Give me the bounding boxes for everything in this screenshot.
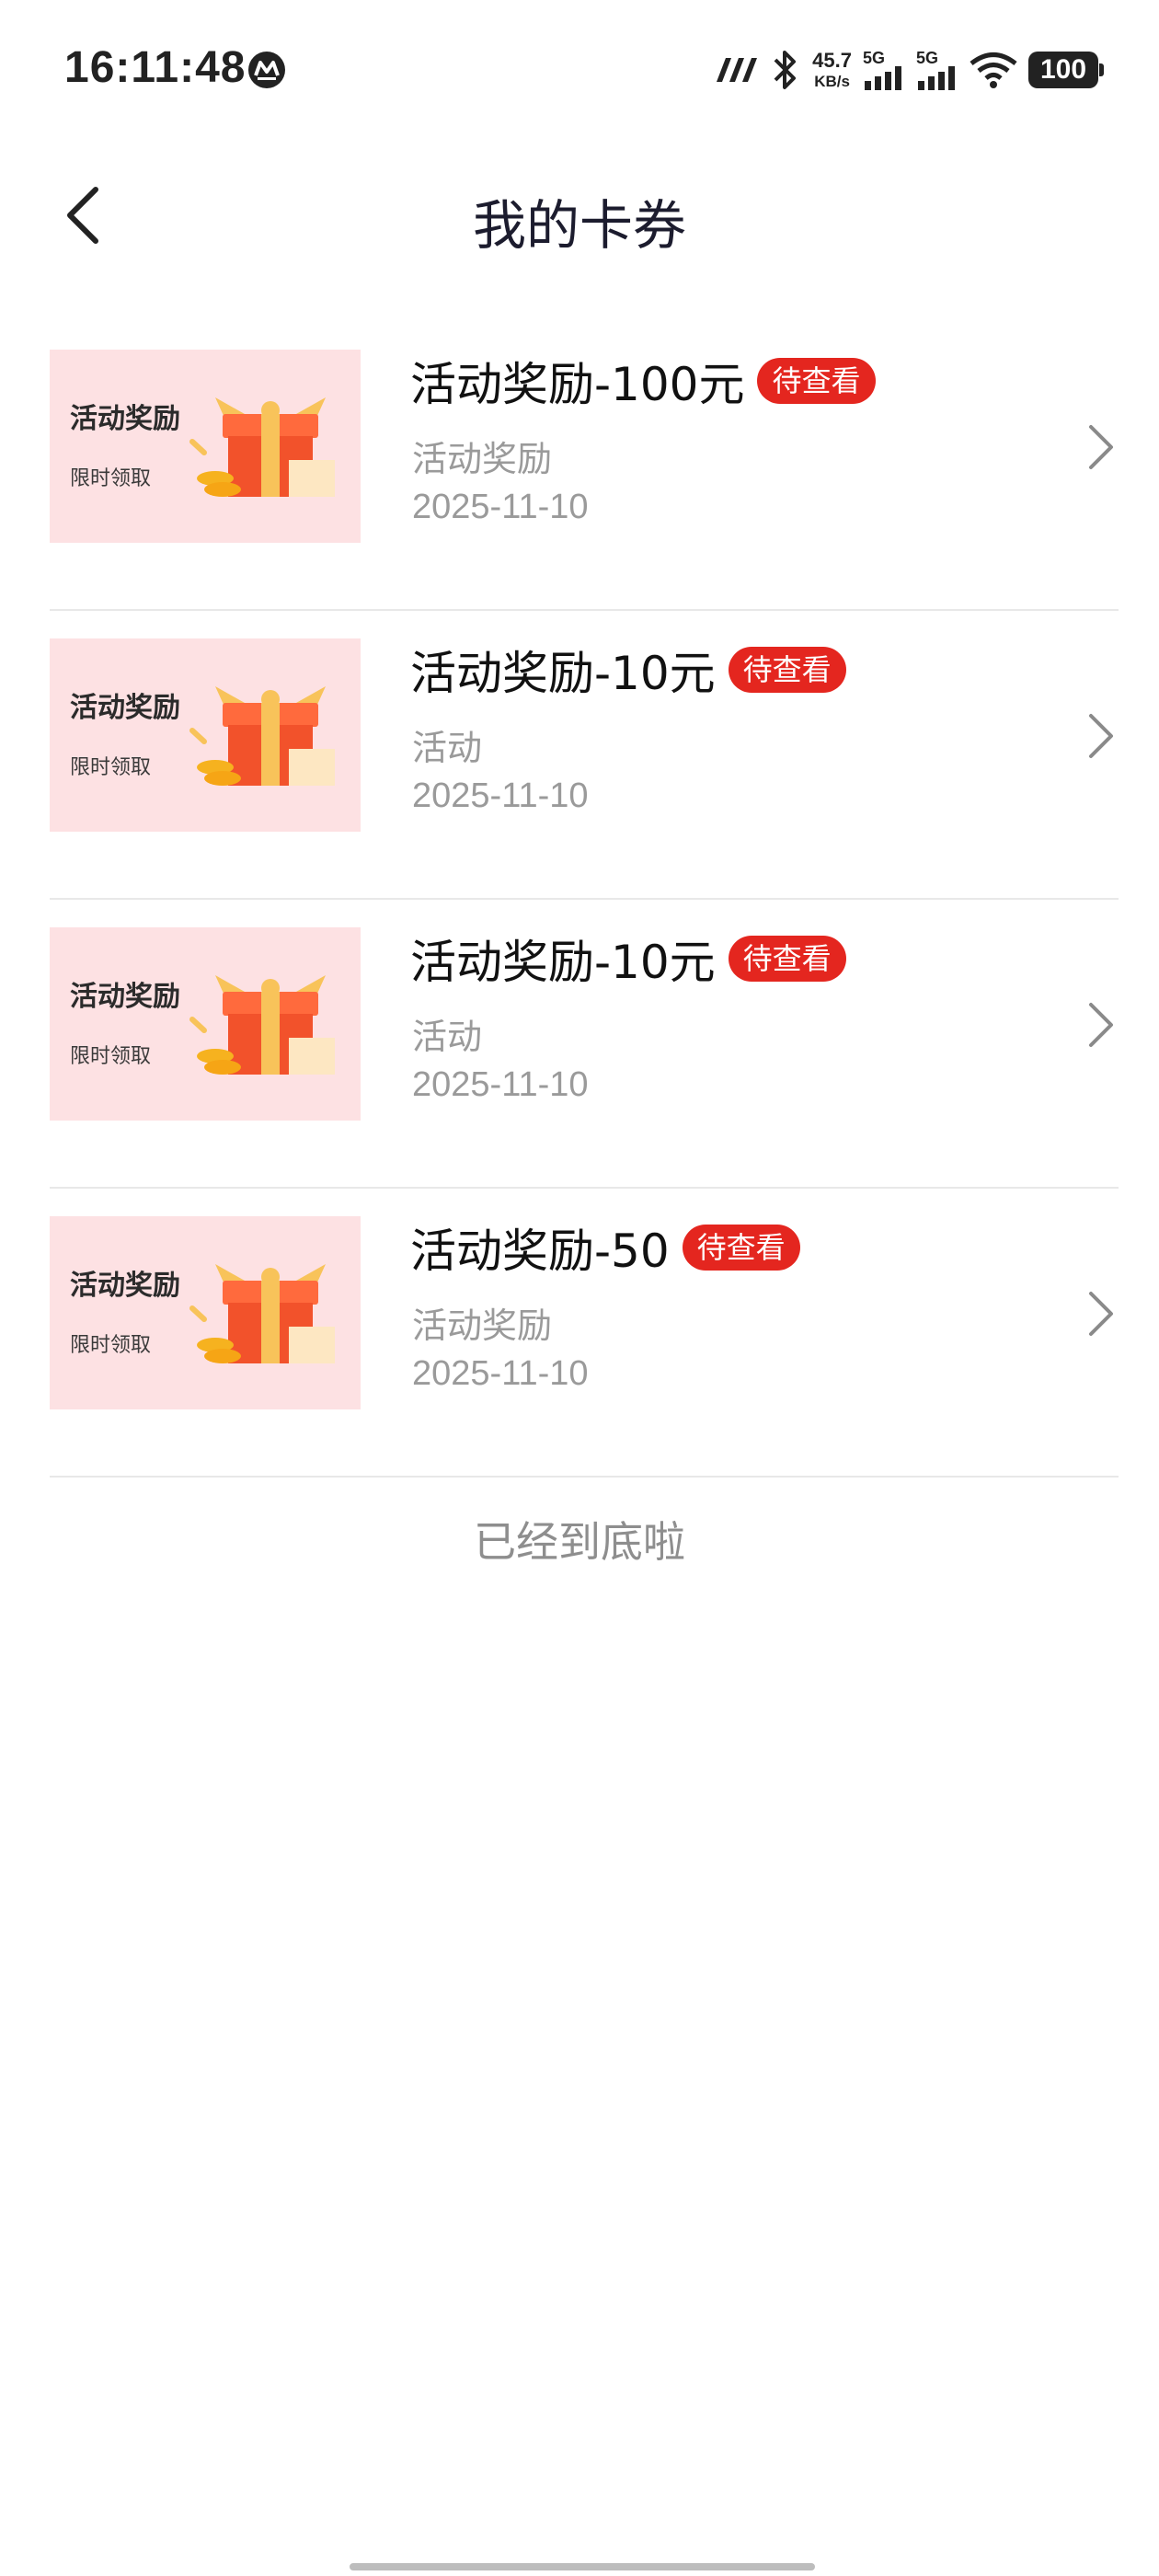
thumbnail-subtitle: 限时领取 [70,756,152,779]
page: 16:11:48 45.7 KB/s 5G 5G 100 我的卡券 活动奖励 限… [0,0,1159,2576]
signal-2: 5G [916,50,958,90]
gift-box-icon [189,397,335,497]
gift-box-icon [189,975,335,1075]
thumbnail-subtitle: 限时领取 [70,1045,152,1068]
coupon-subtitle: 活动奖励 [412,1305,553,1346]
status-badge: 待查看 [728,935,846,983]
coupon-item[interactable]: 活动奖励 限时领取 活动奖励-10元 待查看 活动 2025-11-10 [50,900,1119,1189]
net-speed-value: 45.7 [812,49,852,72]
chevron-right-icon [1089,714,1113,758]
signal-icon [865,66,901,90]
chevron-right-icon [1089,1003,1113,1047]
carrier-logo-icon [248,52,285,88]
status-badge: 待查看 [682,1224,800,1271]
coupon-title: 活动奖励-10元 [410,647,716,700]
thumbnail-subtitle: 限时领取 [70,1334,152,1357]
thumbnail-subtitle: 限时领取 [70,467,152,490]
coupon-title-row: 活动奖励-50 待查看 [410,1214,800,1281]
status-icons: 45.7 KB/s 5G 5G 100 [713,44,1104,96]
coupon-title-row: 活动奖励-10元 待查看 [410,637,846,703]
coupon-subtitle: 活动 [412,728,483,768]
coupon-thumbnail: 活动奖励 限时领取 [50,350,361,543]
end-of-list-text: 已经到底啦 [474,1517,685,1567]
coupon-date: 2025-11-10 [412,488,589,526]
coupon-title: 活动奖励-50 [410,1225,670,1278]
net-speed: 45.7 KB/s [812,49,852,90]
coupon-item[interactable]: 活动奖励 限时领取 活动奖励-50 待查看 活动奖励 2025-11-10 [50,1189,1119,1478]
coupon-title-row: 活动奖励-10元 待查看 [410,926,846,992]
thumbnail-title: 活动奖励 [70,981,180,1013]
home-indicator[interactable] [350,2563,815,2570]
coupon-title-row: 活动奖励-100元 待查看 [410,348,876,414]
coupon-title: 活动奖励-10元 [410,936,716,989]
coupon-date: 2025-11-10 [412,1065,589,1104]
status-badge: 待查看 [728,646,846,694]
bluetooth-icon [774,51,797,89]
coupon-date: 2025-11-10 [412,1354,589,1393]
nav-bar: 我的卡券 [0,138,1159,294]
battery-icon: 100 [1028,52,1104,88]
net-speed-unit: KB/s [814,73,850,90]
thumbnail-title: 活动奖励 [70,403,180,435]
status-badge: 待查看 [757,357,876,405]
coupon-list: 活动奖励 限时领取 活动奖励-100元 待查看 活动奖励 2025-11-10 … [50,322,1119,1478]
coupon-item[interactable]: 活动奖励 限时领取 活动奖励-10元 待查看 活动 2025-11-10 [50,611,1119,900]
thumbnail-title: 活动奖励 [70,692,180,724]
signal-2-label: 5G [916,49,939,67]
coupon-date: 2025-11-10 [412,776,589,815]
coupon-thumbnail: 活动奖励 限时领取 [50,927,361,1121]
gift-box-icon [189,1264,335,1363]
coupon-thumbnail: 活动奖励 限时领取 [50,638,361,832]
gift-box-icon [189,686,335,786]
nfc-icon [717,58,758,82]
wifi-icon [970,52,1017,88]
signal-1-label: 5G [863,49,886,67]
thumbnail-title: 活动奖励 [70,1270,180,1302]
chevron-right-icon [1089,1292,1113,1336]
battery-level: 100 [1039,54,1087,85]
coupon-item[interactable]: 活动奖励 限时领取 活动奖励-100元 待查看 活动奖励 2025-11-10 [50,322,1119,611]
signal-1: 5G [863,50,905,90]
coupon-subtitle: 活动奖励 [412,439,553,479]
coupon-thumbnail: 活动奖励 限时领取 [50,1216,361,1409]
status-time: 16:11:48 [64,43,247,92]
page-title: 我的卡券 [472,194,686,257]
status-bar: 16:11:48 45.7 KB/s 5G 5G 100 [0,0,1159,138]
coupon-subtitle: 活动 [412,1017,483,1057]
chevron-right-icon [1089,425,1113,469]
coupon-title: 活动奖励-100元 [410,358,745,411]
signal-icon [918,66,955,90]
